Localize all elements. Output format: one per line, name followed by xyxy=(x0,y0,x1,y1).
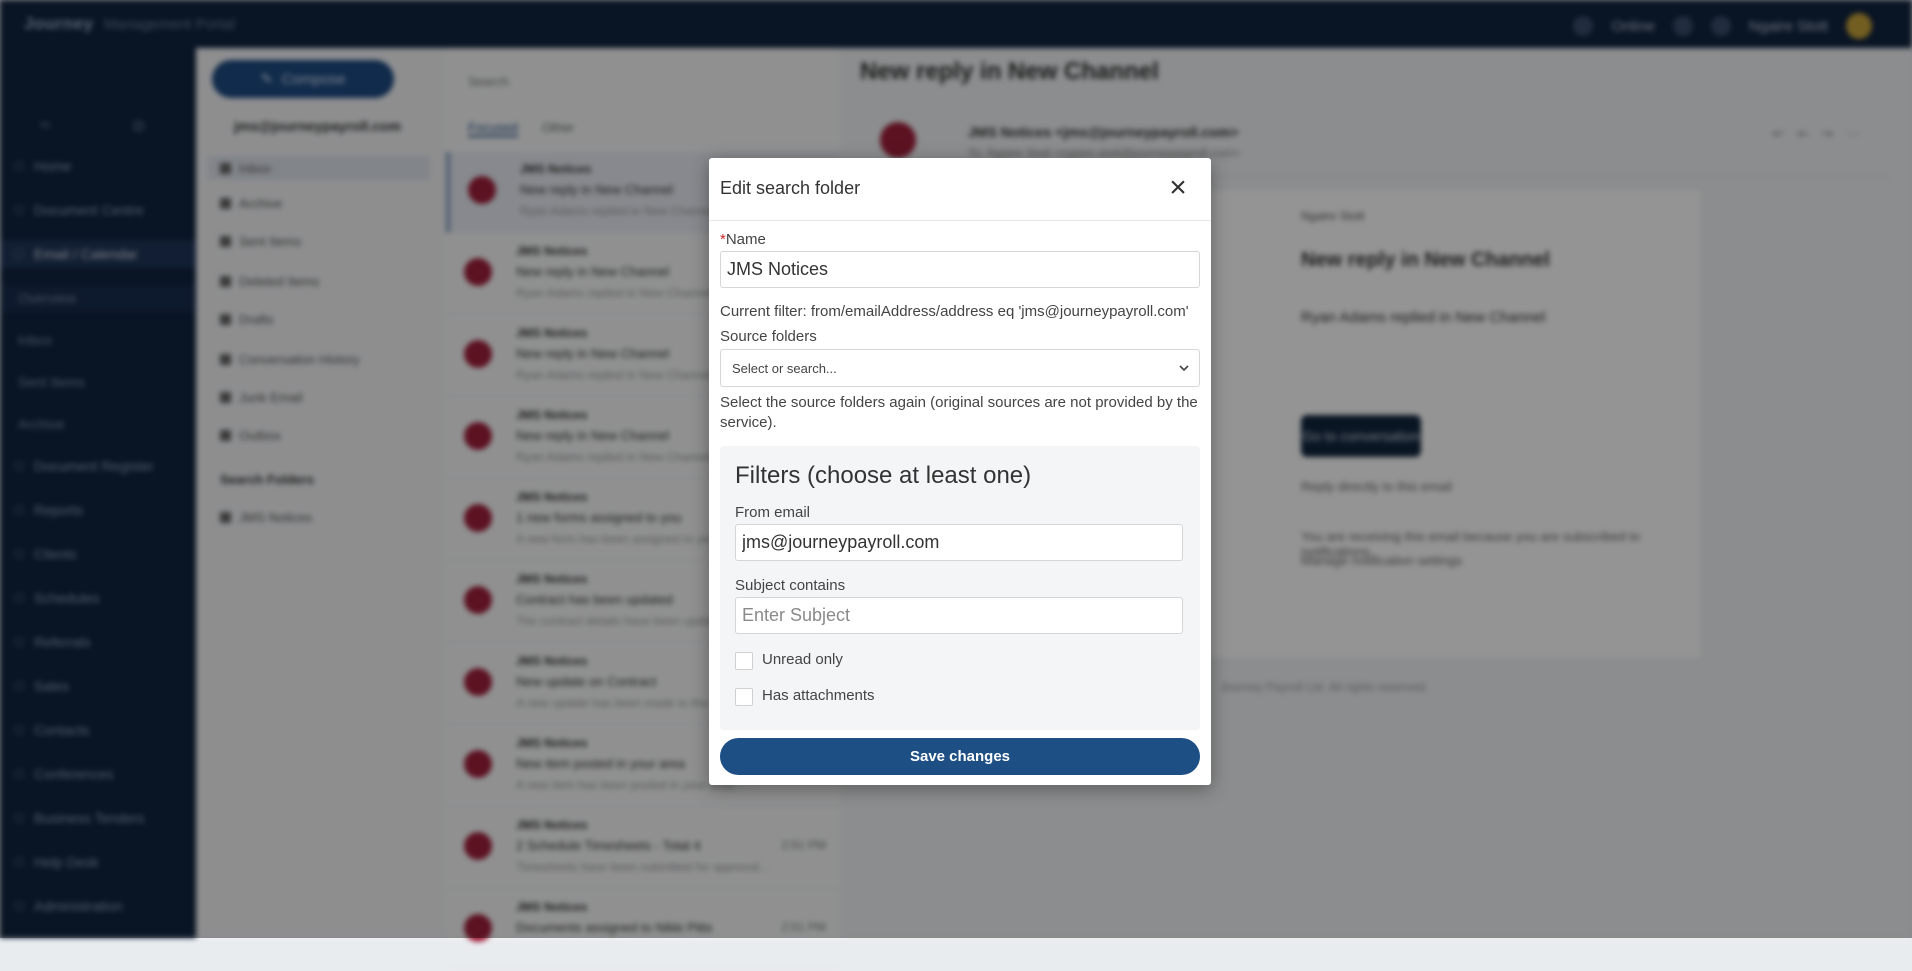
from-email-input[interactable] xyxy=(735,524,1183,561)
filters-title: Filters (choose at least one) xyxy=(735,462,1032,489)
source-folders-help: Select the source folders again (origina… xyxy=(720,394,1198,431)
source-folders-label: Source folders xyxy=(720,328,817,345)
subject-contains-label: Subject contains xyxy=(735,577,846,594)
dialog-title: Edit search folder xyxy=(720,178,861,198)
has-attachments-checkbox[interactable] xyxy=(735,688,753,706)
chevron-down-icon xyxy=(1179,365,1189,372)
close-icon[interactable]: × xyxy=(1161,171,1195,205)
name-label: *Name xyxy=(720,231,766,248)
edit-search-folder-dialog: Edit search folder × *Name Current filte… xyxy=(709,158,1211,785)
source-folders-placeholder: Select or search... xyxy=(732,361,837,376)
unread-only-checkbox[interactable] xyxy=(735,652,753,670)
has-attachments-label: Has attachments xyxy=(762,687,875,704)
name-input[interactable] xyxy=(720,251,1200,288)
save-changes-button[interactable]: Save changes xyxy=(720,738,1200,775)
current-filter-text: Current filter: from/emailAddress/addres… xyxy=(720,303,1189,320)
source-folders-select[interactable]: Select or search... xyxy=(720,349,1200,387)
unread-only-label: Unread only xyxy=(762,651,843,668)
filters-section: Filters (choose at least one) From email… xyxy=(720,446,1200,730)
dialog-header: Edit search folder × xyxy=(709,158,1211,221)
from-email-label: From email xyxy=(735,504,811,521)
subject-input[interactable] xyxy=(735,597,1183,634)
